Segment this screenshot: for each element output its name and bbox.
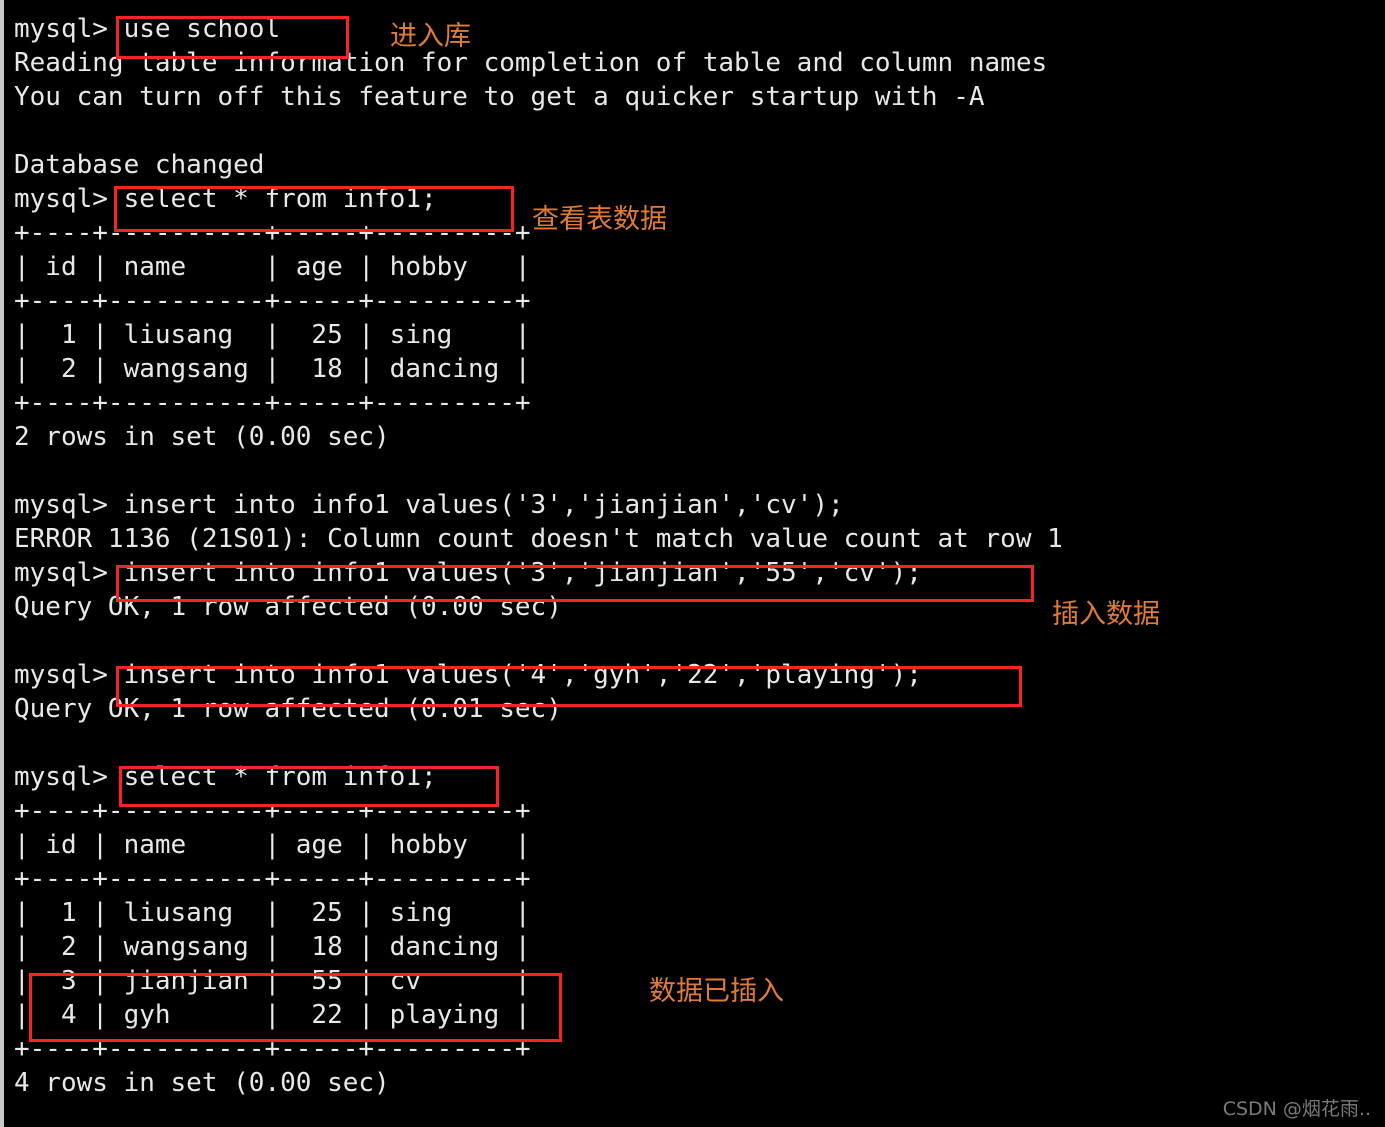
terminal-line: You can turn off this feature to get a q… (14, 82, 985, 112)
terminal-line: mysql> use school (14, 14, 281, 44)
terminal-line: | id | name | age | hobby | (14, 252, 531, 282)
terminal-line: +----+----------+-----+---------+ (14, 218, 531, 248)
terminal-line: +----+----------+-----+---------+ (14, 388, 531, 418)
terminal-line: mysql> select * from info1; (14, 762, 437, 792)
terminal-line: | 2 | wangsang | 18 | dancing | (14, 354, 531, 384)
terminal-line: | 1 | liusang | 25 | sing | (14, 898, 531, 928)
terminal-line: +----+----------+-----+---------+ (14, 796, 531, 826)
terminal-line: +----+----------+-----+---------+ (14, 286, 531, 316)
annotation-data-inserted: 数据已插入 (649, 976, 784, 1007)
terminal-line: mysql> insert into info1 values('3','jia… (14, 490, 844, 520)
terminal-line: | 3 | jianjian | 55 | cv | (14, 966, 531, 996)
annotation-enter-database: 进入库 (390, 21, 471, 52)
csdn-watermark: CSDN @烟花雨.. (1222, 1098, 1371, 1120)
terminal-line: +----+----------+-----+---------+ (14, 1034, 531, 1064)
terminal-line: Query OK, 1 row affected (0.00 sec) (14, 592, 562, 622)
terminal-output[interactable]: mysql> use school Reading table informat… (14, 12, 1063, 1100)
annotation-insert-data: 插入数据 (1052, 599, 1160, 630)
terminal-line: Query OK, 1 row affected (0.01 sec) (14, 694, 562, 724)
terminal-line: Database changed (14, 150, 265, 180)
terminal-line: | id | name | age | hobby | (14, 830, 531, 860)
terminal-line: | 2 | wangsang | 18 | dancing | (14, 932, 531, 962)
terminal-line: 4 rows in set (0.00 sec) (14, 1068, 390, 1098)
annotation-view-table-data: 查看表数据 (532, 204, 667, 235)
terminal-window: mysql> use school Reading table informat… (0, 0, 1385, 1127)
terminal-line: mysql> select * from info1; (14, 184, 437, 214)
terminal-line: Reading table information for completion… (14, 48, 1048, 78)
terminal-line: 2 rows in set (0.00 sec) (14, 422, 390, 452)
terminal-line: mysql> insert into info1 values('3','jia… (14, 558, 922, 588)
terminal-line: mysql> insert into info1 values('4','gyh… (14, 660, 922, 690)
terminal-line: ERROR 1136 (21S01): Column count doesn't… (14, 524, 1063, 554)
terminal-line: +----+----------+-----+---------+ (14, 864, 531, 894)
terminal-line: | 4 | gyh | 22 | playing | (14, 1000, 531, 1030)
terminal-line: | 1 | liusang | 25 | sing | (14, 320, 531, 350)
